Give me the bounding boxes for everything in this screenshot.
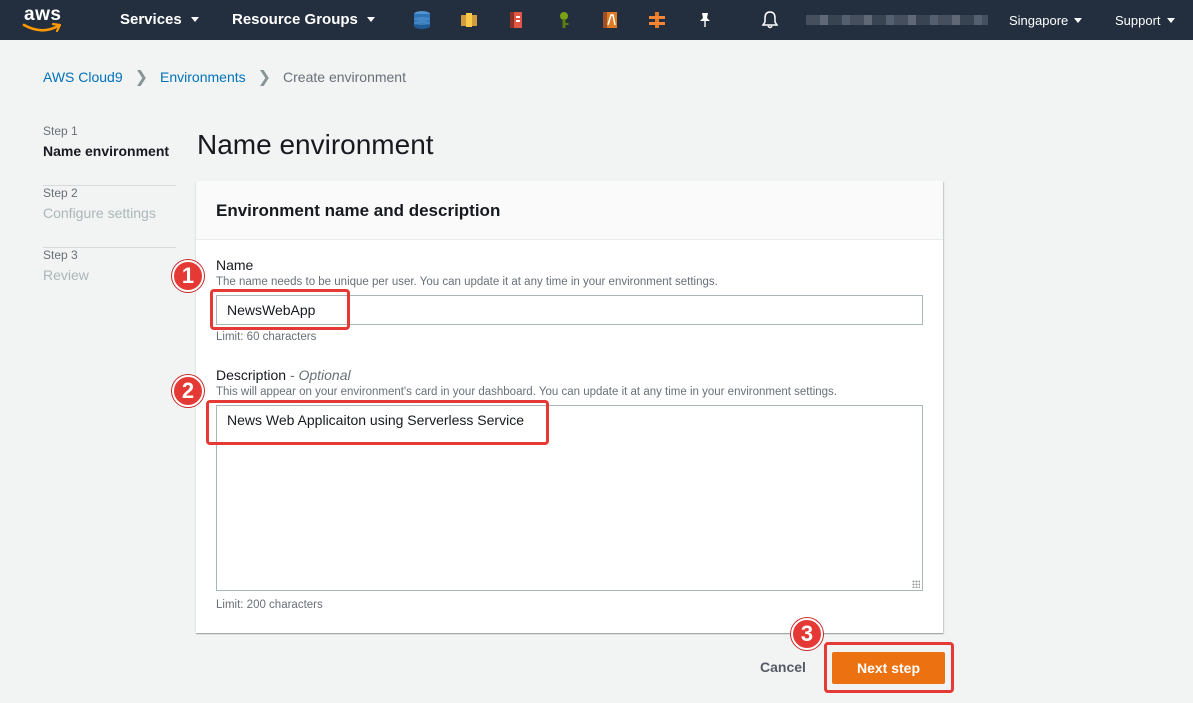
environment-description-textarea[interactable]: News Web Applicaiton using Serverless Se… [216,405,923,591]
optional-tag: - Optional [289,367,351,383]
description-label: Description - Optional [216,367,351,383]
step-title: Configure settings [43,205,156,221]
breadcrumb: AWS Cloud9 ❯ Environments ❯ Create envir… [43,67,406,87]
cancel-button[interactable]: Cancel [758,659,808,675]
pin-icon[interactable] [695,10,715,30]
cloudformation-icon[interactable] [506,10,526,30]
chevron-down-icon [190,16,199,22]
breadcrumb-current: Create environment [283,69,406,85]
lambda-icon[interactable] [600,10,620,30]
bell-icon[interactable] [760,10,780,30]
services-label: Services [120,11,182,28]
chevron-down-icon [1166,18,1175,24]
breadcrumb-environments[interactable]: Environments [160,69,246,85]
step-title: Review [43,267,89,283]
dynamodb-icon[interactable] [412,10,432,30]
resource-groups-menu[interactable]: Resource Groups [232,11,375,28]
s3-icon[interactable] [459,10,479,30]
wizard-step-1[interactable]: Step 1 Name environment [43,124,176,186]
chevron-down-icon [366,16,375,22]
environment-name-input[interactable] [216,295,923,325]
annotation-badge-3: 3 [791,618,823,650]
resource-groups-label: Resource Groups [232,11,358,28]
name-hint: The name needs to be unique per user. Yo… [216,276,718,288]
iam-icon[interactable] [554,10,574,30]
step-number: Step 2 [43,186,78,200]
step-number: Step 1 [43,124,78,138]
description-value: News Web Applicaiton using Serverless Se… [227,412,524,428]
region-menu[interactable]: Singapore [1009,13,1083,28]
panel-header: Environment name and description [196,181,943,240]
resize-handle-icon[interactable] [912,580,920,588]
page-title: Name environment [197,129,434,160]
description-limit: Limit: 200 characters [216,599,323,611]
breadcrumb-aws-cloud9[interactable]: AWS Cloud9 [43,69,123,85]
description-hint: This will appear on your environment's c… [216,386,837,398]
step-number: Step 3 [43,248,78,262]
wizard-step-2: Step 2 Configure settings [43,186,176,248]
annotation-badge-2: 2 [172,375,204,407]
aws-smile-icon [22,22,62,33]
top-nav-bar: aws Services Resource Groups Singapore S… [0,0,1193,40]
api-gateway-icon[interactable] [647,10,667,30]
name-limit: Limit: 60 characters [216,331,317,343]
account-menu-redacted[interactable] [806,15,988,25]
chevron-right-icon: ❯ [134,69,149,86]
support-menu[interactable]: Support [1115,13,1175,28]
wizard-steps: Step 1 Name environment Step 2 Configure… [43,124,176,310]
next-step-button[interactable]: Next step [832,652,945,684]
chevron-down-icon [1074,18,1083,24]
description-label-text: Description [216,367,287,383]
chevron-right-icon: ❯ [257,69,272,86]
panel-title: Environment name and description [216,201,501,220]
step-title: Name environment [43,143,170,159]
name-label: Name [216,257,254,273]
services-menu[interactable]: Services [120,11,199,28]
support-label: Support [1115,13,1161,28]
wizard-step-3: Step 3 Review [43,248,176,310]
annotation-badge-1: 1 [172,260,204,292]
aws-logo[interactable]: aws [22,4,66,36]
region-label: Singapore [1009,13,1069,28]
